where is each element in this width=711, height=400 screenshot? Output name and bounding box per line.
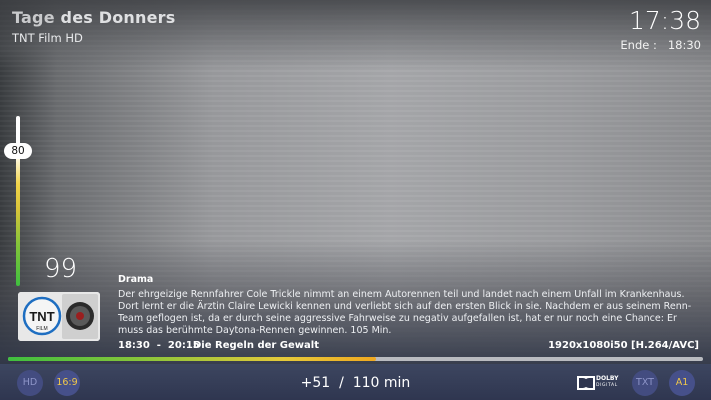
program-title-word2: des Donners bbox=[60, 8, 176, 27]
next-program-title: Die Regeln der Gewalt bbox=[193, 340, 319, 351]
channel-number: 99 bbox=[44, 254, 78, 284]
end-time-value: 18:30 bbox=[667, 38, 701, 52]
logo-text: TNT bbox=[29, 309, 54, 324]
next-program-time: 18:30 - 20:15 bbox=[118, 340, 200, 351]
program-title-word1: Tage bbox=[12, 8, 55, 27]
dolby-badge: DOLBY DIGITAL bbox=[577, 375, 619, 391]
dolby-label: DOLBY bbox=[596, 375, 619, 382]
dolby-icon bbox=[577, 376, 595, 390]
teletext-badge[interactable]: TXT bbox=[632, 370, 658, 396]
end-time: Ende : 18:30 bbox=[620, 38, 701, 52]
channel-logo-image: TNT FILM bbox=[18, 292, 100, 341]
clock: 17:38 bbox=[628, 6, 701, 35]
program-progress-track bbox=[8, 357, 703, 361]
volume-value: 80 bbox=[4, 143, 32, 159]
video-resolution: 1920x1080i50 [H.264/AVC] bbox=[548, 340, 699, 351]
program-description: Der ehrgeizige Rennfahrer Cole Trickle n… bbox=[118, 289, 692, 336]
program-title: Tage des Donners bbox=[12, 8, 175, 27]
program-progress-fill bbox=[8, 357, 377, 361]
dolby-sublabel: DIGITAL bbox=[596, 383, 618, 388]
volume-bar[interactable] bbox=[16, 116, 20, 286]
channel-name: TNT Film HD bbox=[12, 31, 83, 45]
audio-track-badge[interactable]: A1 bbox=[669, 370, 695, 396]
end-time-label: Ende : bbox=[620, 38, 657, 52]
program-genre: Drama bbox=[118, 274, 154, 285]
logo-subtext: FILM bbox=[36, 326, 47, 332]
channel-logo: TNT FILM bbox=[18, 292, 100, 341]
